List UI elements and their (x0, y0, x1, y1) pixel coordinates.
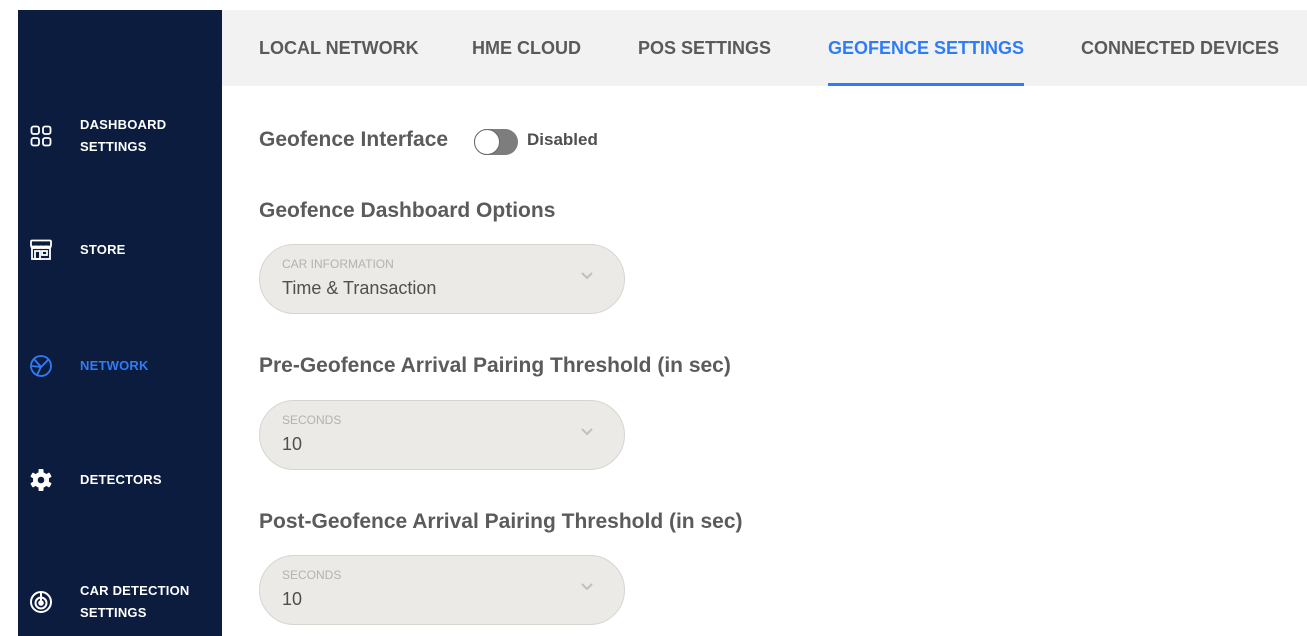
select-value: 10 (282, 589, 303, 609)
chevron-down-icon (581, 583, 593, 591)
sidebar-item-network[interactable]: NETWORK (18, 336, 222, 396)
select-label: SECONDS (282, 413, 342, 427)
sidebar-nav: DASHBOARD SETTINGS STORE NETWORK DETECTO… (18, 10, 222, 636)
select-label: CAR INFORMATION (282, 257, 394, 271)
chevron-down-icon (581, 428, 593, 436)
tab-pos-settings[interactable]: POS SETTINGS (638, 10, 771, 86)
geofence-interface-toggle[interactable] (474, 129, 518, 155)
car-information-select[interactable]: CAR INFORMATION Time & Transaction (259, 244, 625, 314)
sidebar-item-label: STORE (80, 242, 126, 257)
post-geofence-seconds-select[interactable]: SECONDS 10 (259, 555, 625, 625)
sidebar-item-label: DASHBOARD SETTINGS (80, 117, 167, 154)
dashboard-options-title: Geofence Dashboard Options (259, 199, 556, 222)
toggle-knob (474, 129, 500, 155)
sidebar-item-label: DETECTORS (80, 472, 162, 487)
toggle-state-label: Disabled (527, 130, 598, 149)
sidebar-item-car-detection-settings[interactable]: CAR DETECTION SETTINGS (18, 572, 222, 632)
tab-geofence-settings[interactable]: GEOFENCE SETTINGS (828, 10, 1025, 86)
sidebar: DASHBOARD SETTINGS STORE NETWORK DETECTO… (0, 0, 222, 636)
tab-local-network[interactable]: LOCAL NETWORK (259, 10, 419, 86)
geofence-interface-label: Geofence Interface (259, 128, 449, 151)
sidebar-item-dashboard-settings[interactable]: DASHBOARD SETTINGS (18, 106, 222, 166)
sidebar-item-store[interactable]: STORE (18, 220, 222, 280)
sidebar-item-label: NETWORK (80, 358, 149, 373)
tab-hme-cloud[interactable]: HME CLOUD (472, 10, 581, 86)
sidebar-item-label: CAR DETECTION SETTINGS (80, 583, 190, 620)
store-icon (28, 237, 54, 263)
select-label: SECONDS (282, 568, 342, 582)
network-icon (28, 353, 54, 379)
select-value: Time & Transaction (282, 278, 437, 298)
dashboard-grid-icon (28, 123, 54, 149)
settings-tab-bar: LOCAL NETWORK HME CLOUD POS SETTINGS GEO… (222, 10, 1307, 86)
gear-icon (28, 467, 54, 493)
car-detection-icon (28, 589, 54, 615)
sidebar-item-detectors[interactable]: DETECTORS (18, 450, 222, 510)
pre-geofence-threshold-title: Pre-Geofence Arrival Pairing Threshold (… (259, 354, 731, 377)
post-geofence-threshold-title: Post-Geofence Arrival Pairing Threshold … (259, 510, 743, 533)
chevron-down-icon (581, 272, 593, 280)
tab-connected-devices[interactable]: CONNECTED DEVICES (1081, 10, 1279, 86)
pre-geofence-seconds-select[interactable]: SECONDS 10 (259, 400, 625, 470)
select-value: 10 (282, 434, 303, 454)
